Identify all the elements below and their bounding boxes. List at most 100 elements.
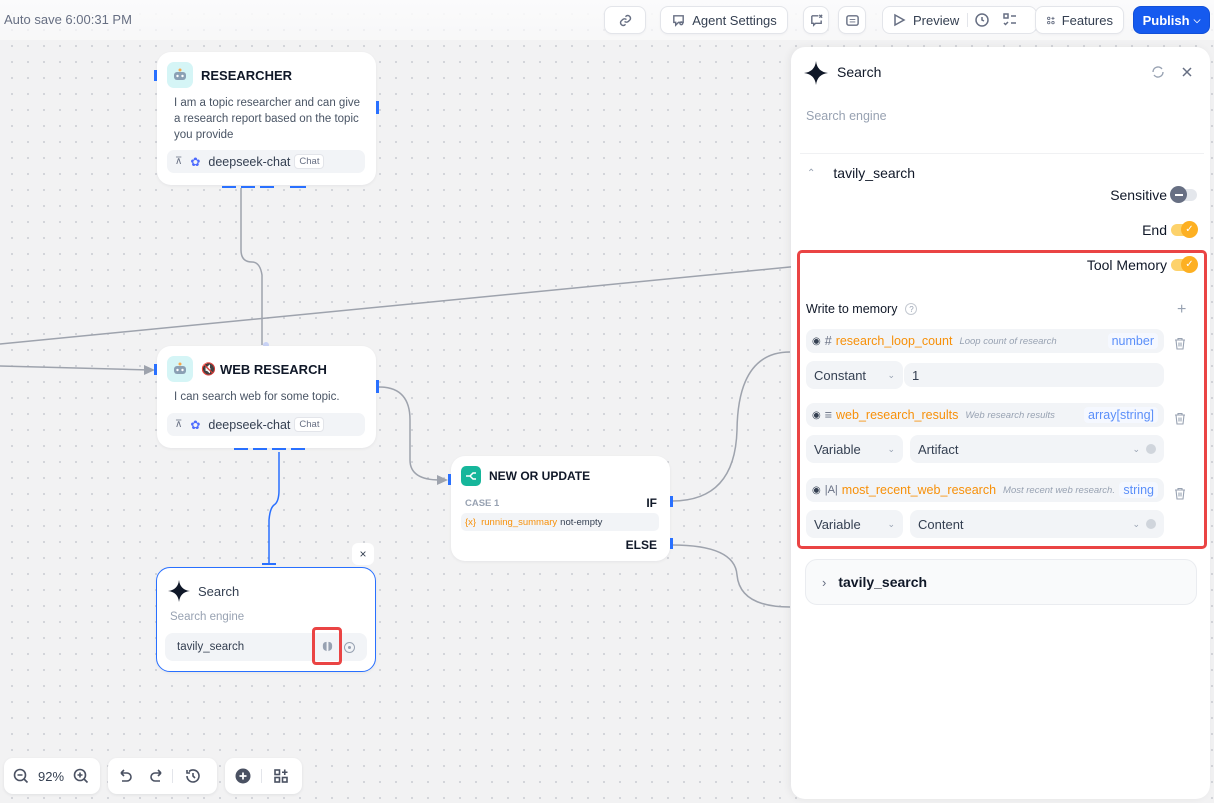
output-handle[interactable]: [376, 380, 379, 393]
env-button[interactable]: [838, 6, 866, 34]
agent-handle[interactable]: [222, 186, 236, 188]
play-icon: [894, 13, 906, 27]
collapsed-tool-name: tavily_search: [838, 574, 928, 590]
researcher-node[interactable]: RESEARCHER I am a topic researcher and c…: [157, 52, 376, 185]
tool-name: tavily_search: [177, 641, 245, 653]
output-handle[interactable]: [376, 101, 379, 114]
edge-else-to-right: [671, 544, 791, 608]
run-history-button[interactable]: [968, 7, 996, 33]
trash-icon: [1175, 412, 1185, 425]
input-handle[interactable]: [154, 364, 157, 375]
redo-button[interactable]: [142, 758, 172, 794]
run-history-icon: [975, 13, 989, 27]
delete-variable-button[interactable]: [1174, 487, 1188, 501]
model-name: deepseek-chat: [208, 417, 291, 432]
value-mode-select[interactable]: Variable ⌄: [806, 435, 903, 463]
model-selector[interactable]: ⊼ ✿ deepseek-chat Chat: [167, 413, 365, 436]
tool-handle[interactable]: [262, 563, 276, 565]
tool-title: Search: [198, 583, 240, 599]
input-handle[interactable]: [154, 70, 157, 81]
delete-variable-button[interactable]: [1174, 337, 1188, 351]
value-mode: Variable: [814, 516, 861, 532]
delete-variable-button[interactable]: [1174, 412, 1188, 426]
memory-variable-row[interactable]: ◉ # research_loop_count Loop count of re…: [806, 329, 1164, 353]
zoom-level[interactable]: 92%: [38, 758, 64, 794]
add-block-button[interactable]: [262, 758, 300, 794]
link-icon: [619, 14, 631, 26]
variable-type: array[string]: [1084, 407, 1158, 423]
checklist-button[interactable]: [996, 7, 1024, 33]
agent-handle[interactable]: [272, 448, 286, 450]
branch-node[interactable]: NEW OR UPDATE CASE 1 IF {x} running_summ…: [451, 456, 670, 561]
web-research-node[interactable]: 🔇 WEB RESEARCH I can search web for some…: [157, 346, 376, 448]
features-icon: [1047, 16, 1055, 24]
zoom-out-button[interactable]: [4, 758, 38, 794]
value-mode-select[interactable]: Variable ⌄: [806, 510, 903, 538]
preview-button[interactable]: Preview: [883, 7, 967, 33]
value-input[interactable]: 1: [904, 363, 1164, 387]
memory-variable-row[interactable]: ◉ |A| most_recent_web_research Most rece…: [806, 478, 1164, 502]
agent-handle[interactable]: [241, 186, 255, 188]
help-icon[interactable]: ?: [905, 303, 918, 315]
agent-handle[interactable]: [253, 448, 267, 450]
agent-handle[interactable]: [260, 186, 274, 188]
chevron-down-icon: ⌵: [1193, 14, 1201, 25]
search-tool-node[interactable]: Search Search engine tavily_search: [156, 567, 376, 672]
tool-memory-button[interactable]: [312, 627, 342, 665]
link-button[interactable]: [604, 6, 646, 34]
tool-memory-toggle[interactable]: ✓: [1171, 256, 1198, 273]
preview-label: Preview: [913, 12, 960, 28]
variable-name: web_research_results: [836, 408, 959, 422]
undo-button[interactable]: [108, 758, 142, 794]
autosave-status: Auto save 6:00:31 PM: [4, 12, 132, 27]
collapsed-tool-section[interactable]: › tavily_search: [805, 559, 1197, 605]
chevron-down-icon: ⌄: [1132, 518, 1140, 529]
add-memory-button[interactable]: +: [1177, 301, 1186, 319]
condition-row[interactable]: {x} running_summary not-empty: [461, 513, 659, 531]
settings-circle-icon[interactable]: [344, 641, 355, 653]
clear-icon[interactable]: [1146, 444, 1156, 454]
history-icon: [186, 769, 200, 783]
sensitive-label: Sensitive: [1110, 187, 1167, 203]
agent-settings-button[interactable]: Agent Settings: [660, 6, 788, 34]
collapse-icon: ⊼: [175, 419, 183, 430]
model-tag: Chat: [294, 417, 325, 432]
agent-handle[interactable]: [234, 448, 248, 450]
model-name: deepseek-chat: [208, 154, 291, 169]
variables-button[interactable]: [803, 6, 829, 34]
history-controls: [108, 758, 217, 794]
value-variable-select[interactable]: Artifact ⌄: [910, 435, 1164, 463]
input-handle[interactable]: [448, 474, 451, 485]
features-button[interactable]: Features: [1035, 6, 1124, 34]
publish-button[interactable]: Publish ⌵: [1133, 6, 1210, 34]
string-type-icon: |A|: [824, 484, 838, 496]
refresh-button[interactable]: [1151, 65, 1165, 84]
end-toggle[interactable]: ✓: [1171, 221, 1198, 238]
version-history-button[interactable]: [173, 758, 213, 794]
sensitive-toggle[interactable]: [1170, 186, 1197, 203]
number-type-icon: #: [824, 334, 832, 348]
memory-variable-row[interactable]: ◉ ≡ web_research_results Web research re…: [806, 403, 1164, 427]
tool-item[interactable]: tavily_search: [165, 627, 367, 665]
remove-tool-button[interactable]: ×: [352, 543, 374, 565]
clear-icon[interactable]: [1146, 519, 1156, 529]
add-node-button[interactable]: [225, 758, 261, 794]
tool-memory-label: Tool Memory: [1086, 257, 1167, 273]
agent-handle[interactable]: [290, 186, 306, 188]
value-mode-select[interactable]: Constant ⌄: [806, 361, 903, 389]
tool-section-header[interactable]: ⌃ tavily_search: [807, 165, 915, 181]
features-label: Features: [1061, 12, 1113, 28]
else-handle[interactable]: [670, 538, 673, 549]
variable-type: number: [1107, 333, 1158, 349]
condition-operator: not-empty: [560, 516, 603, 528]
agent-settings-icon: [673, 14, 685, 27]
agent-handle[interactable]: [291, 448, 305, 450]
tool-section-name: tavily_search: [833, 165, 916, 181]
model-tag: Chat: [294, 154, 325, 169]
panel-title: Search: [837, 64, 882, 80]
if-handle[interactable]: [670, 496, 673, 507]
zoom-in-button[interactable]: [64, 758, 98, 794]
value-variable-select[interactable]: Content ⌄: [910, 510, 1164, 538]
close-panel-button[interactable]: [1180, 65, 1194, 84]
model-selector[interactable]: ⊼ ✿ deepseek-chat Chat: [167, 150, 365, 173]
